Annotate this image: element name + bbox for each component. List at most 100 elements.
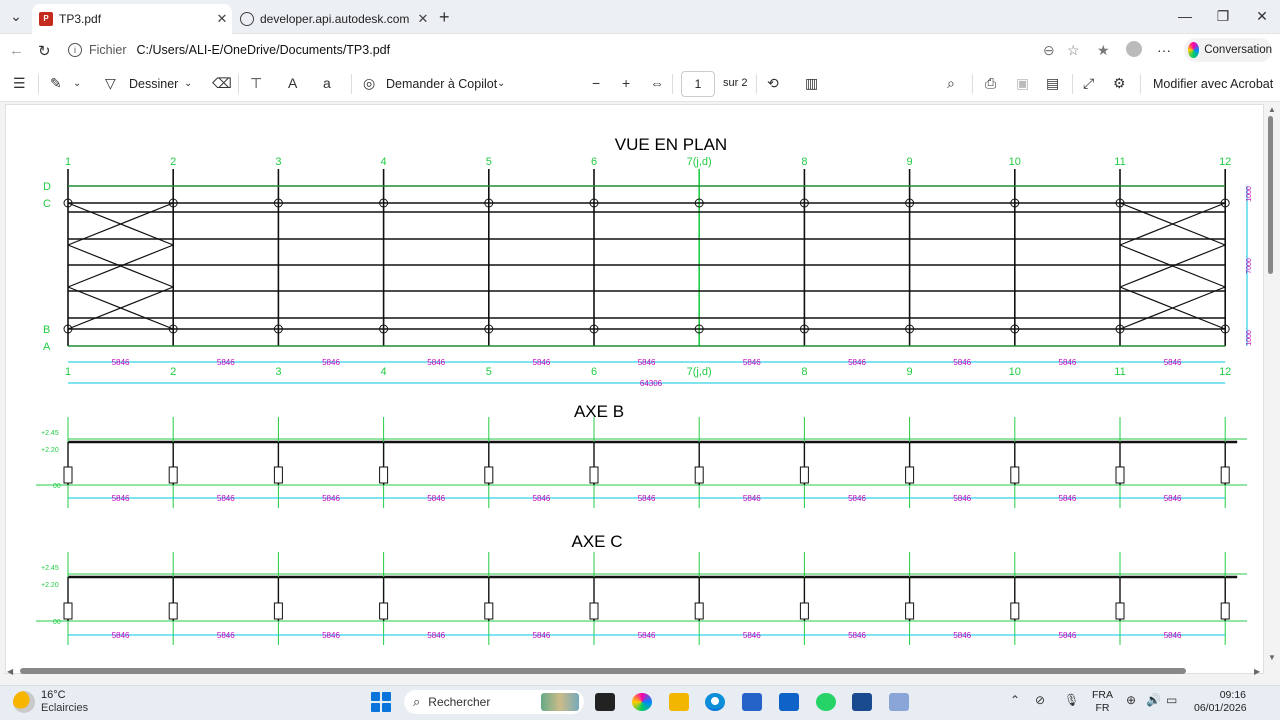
show-hidden-icons-icon[interactable]: ⌃ (1010, 693, 1020, 707)
microphone-icon[interactable]: 🎙 (1064, 693, 1079, 707)
contents-icon[interactable]: ☰ (13, 75, 26, 92)
back-icon[interactable]: ← (9, 42, 24, 59)
fit-width-icon[interactable]: ⇔ (650, 75, 664, 91)
grid-axis-label: 7(j,d) (687, 366, 712, 378)
edit-with-acrobat-button[interactable]: Modifier avec Acrobat (1153, 77, 1273, 91)
axe-c-footing (694, 602, 704, 620)
grid-axis-label: 12 (1219, 156, 1231, 168)
tab-title: TP3.pdf (59, 12, 102, 26)
windows-start-icon[interactable] (371, 692, 391, 712)
scroll-right-icon[interactable]: ▶ (1254, 667, 1260, 676)
grid-axis-label: 3 (275, 366, 281, 378)
axe-c-span-dimension: 5846 (322, 631, 340, 640)
save-as-icon[interactable]: ▤ (1046, 75, 1059, 92)
favorite-star-icon[interactable]: ☆ (1067, 42, 1080, 59)
outlook-icon[interactable] (779, 693, 799, 711)
close-tab-icon[interactable]: ✕ (212, 11, 232, 27)
text-box-icon[interactable]: ⊤ (250, 75, 262, 92)
draw-icon[interactable]: ▽ (105, 75, 116, 92)
draw-button[interactable]: Dessiner (129, 77, 178, 91)
zoom-out-icon[interactable]: − (592, 75, 600, 91)
maximize-icon[interactable]: ❐ (1208, 8, 1238, 25)
scroll-left-icon[interactable]: ◀ (7, 667, 13, 676)
tab-autodesk[interactable]: developer.api.autodesk.com ✕ (233, 4, 433, 34)
refresh-icon[interactable]: ↻ (38, 42, 51, 60)
close-window-icon[interactable]: ✕ (1247, 8, 1277, 25)
no-network-icon[interactable]: ⊘ (1035, 693, 1045, 707)
axe-b-span-dimension: 5846 (217, 494, 235, 503)
scroll-down-icon[interactable]: ▼ (1268, 653, 1276, 662)
temperature[interactable]: 16°C (41, 689, 66, 701)
span-dimension: 5846 (1164, 358, 1182, 367)
chevron-down-icon[interactable]: ⌄ (184, 78, 192, 89)
more-options-icon[interactable]: ··· (1157, 42, 1171, 58)
search-icon[interactable]: ⌕ (947, 75, 955, 92)
profile-avatar[interactable] (1126, 41, 1142, 57)
store-icon[interactable] (742, 693, 762, 711)
zoom-icon[interactable]: ⊖ (1043, 42, 1055, 59)
new-tab-icon[interactable]: + (439, 7, 450, 28)
settings-gear-icon[interactable]: ⚙ (1113, 75, 1126, 92)
chevron-down-icon[interactable]: ⌄ (73, 78, 81, 89)
url-text[interactable]: C:/Users/ALI-E/OneDrive/Documents/TP3.pd… (137, 43, 391, 57)
pdf-viewer[interactable]: VUE EN PLAN D C B A 1 1 2 2 3 3 4 4 5 5 6 6 7(j,d) 7(j,d) 8… (0, 102, 1280, 678)
axe-b-footing (799, 466, 809, 484)
chevron-down-icon[interactable]: ⌄ (497, 78, 505, 89)
zoom-in-icon[interactable]: + (622, 75, 630, 91)
scroll-up-icon[interactable]: ▲ (1268, 105, 1276, 114)
weather-sun-cloud-icon[interactable] (13, 691, 35, 713)
task-view-icon[interactable] (595, 693, 615, 711)
whatsapp-icon[interactable] (816, 693, 836, 711)
copilot-small-icon[interactable]: ◎ (363, 75, 375, 92)
axe-b-span-dimension: 5846 (848, 494, 866, 503)
divider (238, 74, 239, 94)
axe-c-level: +2.20 (41, 582, 59, 589)
translate-icon[interactable]: a (323, 75, 331, 91)
weather-text[interactable]: Eclaircies (41, 702, 88, 714)
rotate-icon[interactable]: ⟲ (767, 75, 779, 92)
page-view-icon[interactable]: ▥ (805, 75, 818, 92)
robot-structural-icon[interactable] (852, 693, 872, 711)
highlight-icon[interactable]: ✎ (50, 75, 62, 92)
tab-tp3-pdf[interactable]: P TP3.pdf ✕ (32, 4, 232, 34)
span-dimension: 5846 (112, 358, 130, 367)
copilot-label: Conversation (1204, 44, 1272, 56)
close-tab-icon[interactable]: ✕ (413, 11, 433, 27)
vertical-scrollbar[interactable] (1268, 116, 1273, 274)
grid-row-label: B (43, 324, 50, 336)
favorites-icon[interactable]: ★ (1097, 42, 1110, 59)
info-icon[interactable]: i (68, 43, 82, 57)
grid-axis-label: 10 (1009, 156, 1021, 168)
print-icon[interactable]: ⎙ (985, 75, 996, 92)
address-field[interactable]: i Fichier C:/Users/ALI-E/OneDrive/Docume… (62, 38, 1092, 62)
globe-network-icon[interactable]: ⊕ (1126, 693, 1136, 707)
battery-icon[interactable]: ▭ (1166, 693, 1177, 707)
tab-list-chevron-icon[interactable]: ⌄ (5, 5, 27, 27)
axe-c-footing (273, 602, 283, 620)
axe-b-footing (905, 466, 915, 484)
save-icon[interactable]: ▣ (1016, 75, 1029, 92)
system-clock[interactable]: 09:16 06/01/2026 (1194, 689, 1247, 715)
minimize-icon[interactable]: — (1170, 8, 1200, 24)
volume-icon[interactable]: 🔊 (1146, 693, 1161, 707)
date: 06/01/2026 (1194, 702, 1247, 714)
copilot-conversation-button[interactable]: Conversation (1184, 38, 1272, 62)
read-aloud-icon[interactable]: A (288, 75, 297, 91)
grid-axis-label: 11 (1114, 366, 1125, 378)
eraser-icon[interactable]: ⌫ (212, 75, 232, 92)
grid-axis-label: 10 (1009, 366, 1021, 378)
axe-b-span-dimension: 5846 (533, 494, 551, 503)
fullscreen-icon[interactable]: ⤢ (1083, 75, 1094, 92)
page-number-input[interactable]: 1 (681, 71, 715, 97)
horizontal-scrollbar[interactable] (20, 668, 1186, 674)
ask-copilot-button[interactable]: Demander à Copilot (386, 77, 497, 91)
snipping-tool-icon[interactable] (889, 693, 909, 711)
edge-browser-icon[interactable] (705, 693, 725, 711)
span-dimension: 5846 (533, 358, 551, 367)
file-explorer-icon[interactable] (669, 693, 689, 711)
widgets-image-icon[interactable] (541, 693, 579, 711)
address-bar-row: ← ↻ i Fichier C:/Users/ALI-E/OneDrive/Do… (0, 34, 1280, 66)
axe-b-level: 00 (53, 483, 61, 490)
language-indicator[interactable]: FRA FR (1092, 689, 1113, 715)
copilot-app-icon[interactable] (632, 693, 652, 711)
